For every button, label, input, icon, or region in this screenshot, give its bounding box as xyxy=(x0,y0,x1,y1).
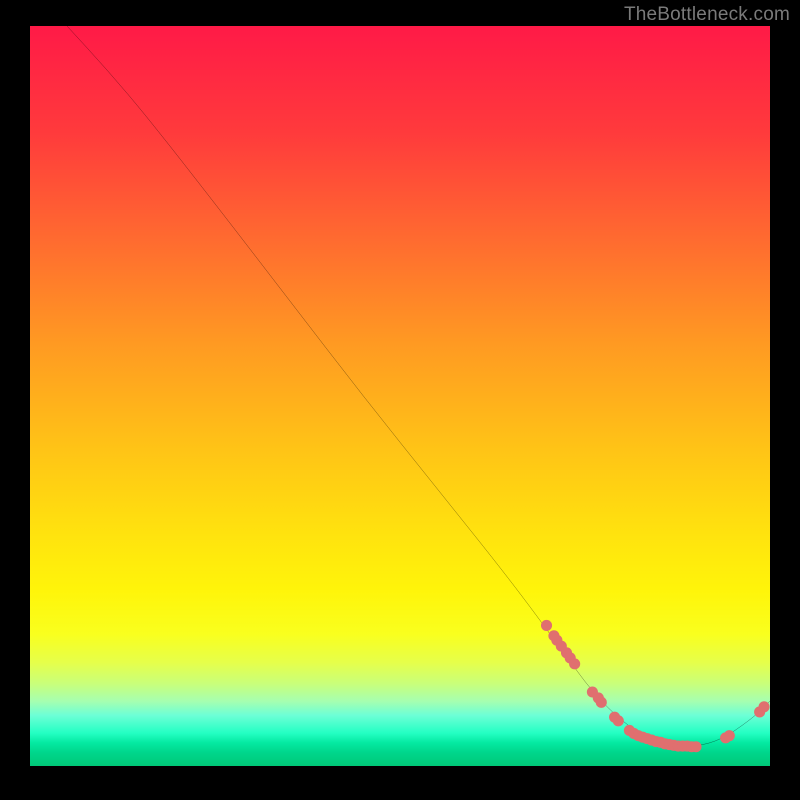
data-point xyxy=(613,715,624,726)
data-point xyxy=(541,620,552,631)
chart-svg xyxy=(30,26,770,766)
plot-area xyxy=(30,26,770,766)
data-point xyxy=(596,697,607,708)
chart-container: TheBottleneck.com xyxy=(0,0,800,800)
data-point xyxy=(724,730,735,741)
bottleneck-curve xyxy=(67,26,770,746)
data-point xyxy=(690,741,701,752)
data-point xyxy=(759,701,770,712)
data-point xyxy=(569,658,580,669)
data-points xyxy=(541,620,770,752)
attribution-text: TheBottleneck.com xyxy=(624,4,790,26)
